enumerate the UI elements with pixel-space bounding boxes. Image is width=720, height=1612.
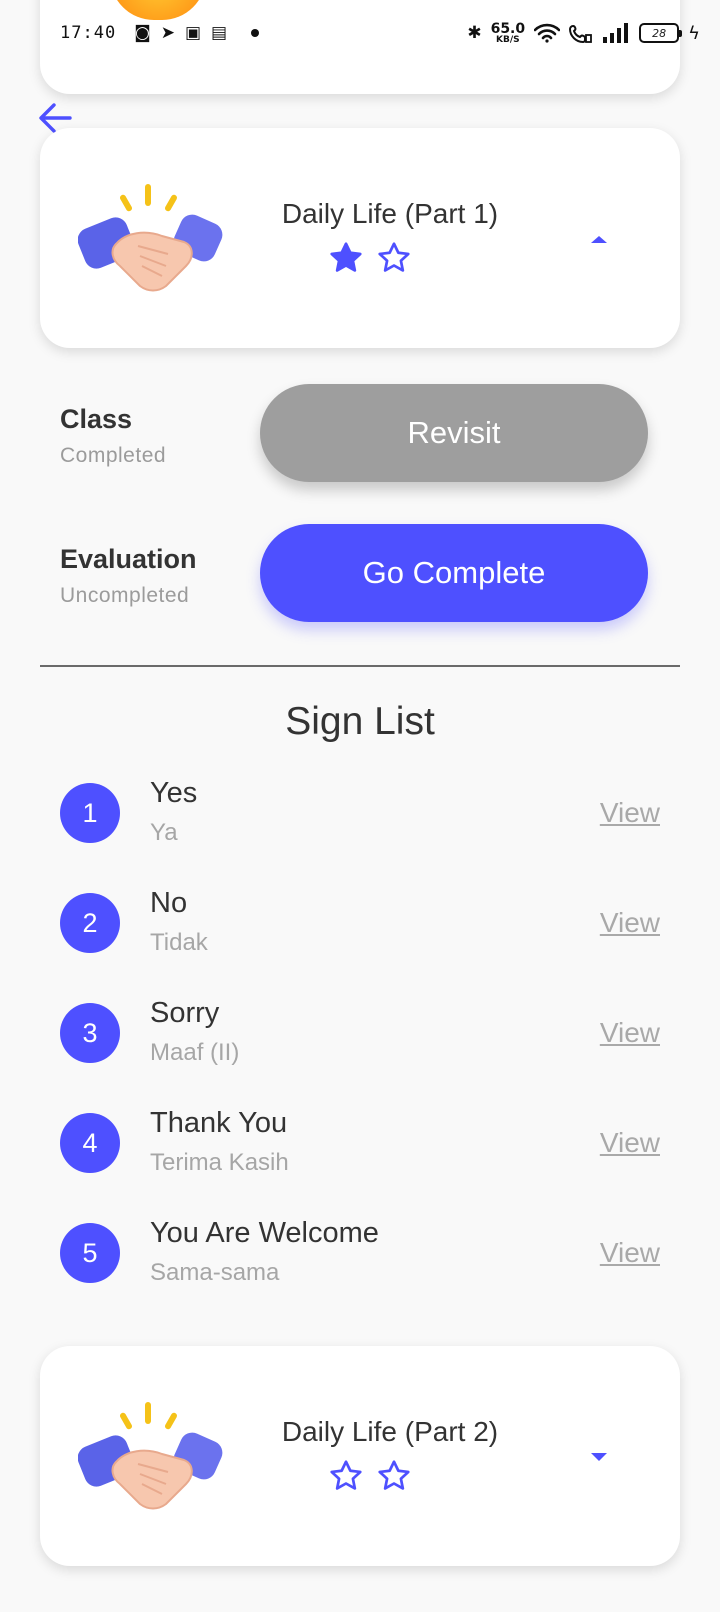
item-number-badge: 3	[60, 1003, 120, 1063]
list-item: 4 Thank You Terima Kasih View	[60, 1107, 660, 1223]
list-item: 1 Yes Ya View	[60, 777, 660, 893]
battery-icon: 28	[639, 23, 683, 43]
app-screen: 17:40 ◙ ➤ ▣ ▤ ✱ 65.0 KB/S 28 ϟ Daily Lif…	[0, 0, 720, 1612]
status-right: ✱ 65.0 KB/S 28 ϟ	[467, 22, 700, 45]
discord-icon: ◙	[134, 22, 151, 43]
caret-up-icon[interactable]	[588, 232, 610, 246]
sign-english: Yes	[150, 777, 198, 809]
notification-icons: ◙ ➤ ▣ ▤	[134, 22, 260, 43]
evaluation-status: Uncompleted	[60, 584, 190, 607]
handshake-icon	[78, 1402, 223, 1510]
sign-english: Sorry	[150, 997, 220, 1029]
bluetooth-icon: ✱	[467, 23, 482, 43]
app-notification-icon: ▣	[184, 22, 201, 43]
status-bar: 17:40 ◙ ➤ ▣ ▤ ✱ 65.0 KB/S 28 ϟ	[0, 0, 720, 66]
view-link[interactable]: View	[600, 1237, 660, 1269]
sign-indonesian: Sama-sama	[150, 1259, 280, 1286]
sign-indonesian: Maaf (II)	[150, 1039, 240, 1066]
network-speed: 65.0 KB/S	[491, 22, 526, 45]
view-link[interactable]: View	[600, 1017, 660, 1049]
item-number-badge: 4	[60, 1113, 120, 1173]
evaluation-progress-row: Evaluation Uncompleted Go Complete	[60, 524, 660, 624]
divider	[40, 665, 680, 667]
wifi-calling-icon	[569, 24, 593, 43]
shop-notification-icon: ▤	[211, 22, 228, 43]
go-complete-button[interactable]: Go Complete	[260, 524, 648, 622]
lesson-card-part-2[interactable]: Daily Life (Part 2)	[40, 1346, 680, 1566]
class-progress-row: Class Completed Revisit	[60, 384, 660, 484]
wifi-icon	[534, 23, 561, 43]
item-number-badge: 2	[60, 893, 120, 953]
star-outline-icon	[378, 1460, 410, 1490]
view-link[interactable]: View	[600, 1127, 660, 1159]
more-notifications-dot-icon	[251, 29, 260, 37]
status-time: 17:40	[60, 23, 117, 43]
view-link[interactable]: View	[600, 907, 660, 939]
sign-list-title: Sign List	[285, 700, 435, 743]
item-number-badge: 5	[60, 1223, 120, 1283]
telegram-icon: ➤	[160, 22, 175, 43]
sign-english: You Are Welcome	[150, 1217, 379, 1249]
lesson-title: Daily Life (Part 1)	[281, 198, 499, 229]
list-item: 3 Sorry Maaf (II) View	[60, 997, 660, 1113]
class-label: Class	[60, 404, 133, 434]
sign-english: Thank You	[150, 1107, 288, 1139]
sign-list: 1 Yes Ya View 2 No Tidak View 3 Sorry Ma…	[60, 777, 660, 1333]
lesson-stars	[328, 240, 412, 276]
item-number-badge: 1	[60, 783, 120, 843]
list-item: 2 No Tidak View	[60, 887, 660, 1003]
class-status: Completed	[60, 444, 167, 467]
revisit-button[interactable]: Revisit	[260, 384, 648, 482]
sign-indonesian: Ya	[150, 819, 178, 846]
caret-down-icon[interactable]	[588, 1450, 610, 1464]
lesson-stars	[328, 1458, 412, 1494]
star-outline-icon	[378, 242, 410, 272]
network-speed-unit: KB/S	[496, 34, 520, 45]
evaluation-label: Evaluation	[60, 544, 197, 574]
battery-level: 28	[652, 26, 667, 40]
sign-indonesian: Terima Kasih	[150, 1149, 289, 1176]
network-speed-value: 65.0	[490, 20, 526, 37]
signal-icon	[603, 23, 629, 43]
list-item: 5 You Are Welcome Sama-sama View	[60, 1217, 660, 1333]
lesson-card-part-1[interactable]: Daily Life (Part 1)	[40, 128, 680, 348]
view-link[interactable]: View	[600, 797, 660, 829]
handshake-icon	[78, 184, 223, 292]
star-outline-icon	[330, 1460, 362, 1490]
charging-icon: ϟ	[688, 22, 700, 44]
sign-english: No	[150, 887, 188, 919]
lesson-title: Daily Life (Part 2)	[281, 1416, 499, 1447]
star-filled-icon	[330, 242, 362, 272]
sign-indonesian: Tidak	[150, 929, 208, 956]
